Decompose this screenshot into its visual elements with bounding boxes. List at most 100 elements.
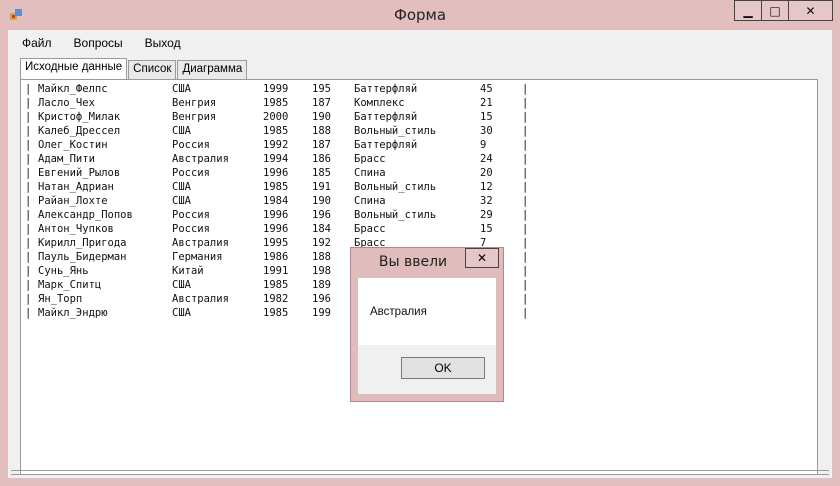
record-style: Брасс: [354, 153, 386, 165]
record-height: 187: [312, 97, 331, 109]
record-country: Россия: [172, 167, 210, 179]
close-button[interactable]: ✕: [788, 0, 833, 21]
record-height: 187: [312, 139, 331, 151]
dialog-message: Австралия: [370, 306, 427, 318]
row-separator: |: [25, 237, 32, 249]
menu-file[interactable]: Файл: [14, 36, 60, 50]
record-height: 196: [312, 293, 331, 305]
record-height: 192: [312, 237, 331, 249]
record-year: 1996: [263, 209, 289, 221]
maximize-button[interactable]: □: [761, 0, 789, 21]
menu-exit[interactable]: Выход: [137, 36, 189, 50]
record-name: Ласло_Чех: [38, 97, 95, 109]
record-points: 45: [480, 83, 493, 95]
record-style: Баттерфляй: [354, 139, 418, 151]
ok-button[interactable]: OK: [401, 357, 485, 379]
record-year: 1985: [263, 181, 289, 193]
record-style: Вольный_стиль: [354, 125, 437, 137]
record-name: Сунь_Янь: [38, 265, 89, 277]
record-year: 1982: [263, 293, 289, 305]
minimize-button[interactable]: ▁: [734, 0, 762, 21]
record-name: Майкл_Эндрю: [38, 307, 108, 319]
row-separator: |: [25, 195, 32, 207]
record-country: Германия: [172, 251, 223, 263]
record-country: Австралия: [172, 237, 229, 249]
dialog-close-button[interactable]: ✕: [465, 248, 499, 268]
row-separator-end: |: [522, 293, 529, 305]
record-name: Натан_Адриан: [38, 181, 114, 193]
title-bar[interactable]: Форма ▁ □ ✕: [0, 0, 840, 30]
record-height: 199: [312, 307, 331, 319]
record-name: Кирилл_Пригода: [38, 237, 127, 249]
record-year: 1984: [263, 195, 289, 207]
record-name: Олег_Костин: [38, 139, 108, 151]
record-country: США: [172, 307, 191, 319]
record-country: Россия: [172, 139, 210, 151]
row-separator-end: |: [522, 237, 529, 249]
record-height: 189: [312, 279, 331, 291]
record-country: Венгрия: [172, 111, 217, 123]
record-year: 1985: [263, 97, 289, 109]
record-year: 1996: [263, 167, 289, 179]
record-style: Баттерфляй: [354, 83, 418, 95]
row-separator: |: [25, 279, 32, 291]
record-style: Спина: [354, 195, 386, 207]
record-name: Райан_Лохте: [38, 195, 108, 207]
record-points: 24: [480, 153, 493, 165]
record-points: 15: [480, 223, 493, 235]
record-name: Антон_Чупков: [38, 223, 114, 235]
record-year: 1994: [263, 153, 289, 165]
record-country: Австралия: [172, 293, 229, 305]
record-year: 1985: [263, 279, 289, 291]
window-title: Форма: [393, 6, 447, 24]
record-style: Комплекс: [354, 97, 405, 109]
record-year: 1985: [263, 125, 289, 137]
record-height: 196: [312, 209, 331, 221]
record-country: США: [172, 83, 191, 95]
record-height: 184: [312, 223, 331, 235]
status-divider: [11, 470, 829, 475]
record-country: Венгрия: [172, 97, 217, 109]
dialog-footer: OK: [358, 345, 496, 394]
record-year: 2000: [263, 111, 289, 123]
record-style: Вольный_стиль: [354, 209, 437, 221]
row-separator: |: [25, 83, 32, 95]
record-country: США: [172, 279, 191, 291]
record-height: 186: [312, 153, 331, 165]
row-separator-end: |: [522, 251, 529, 263]
record-year: 1999: [263, 83, 289, 95]
row-separator: |: [25, 111, 32, 123]
menu-questions[interactable]: Вопросы: [66, 36, 131, 50]
row-separator-end: |: [522, 195, 529, 207]
row-separator: |: [25, 139, 32, 151]
record-points: 30: [480, 125, 493, 137]
record-points: 20: [480, 167, 493, 179]
record-points: 32: [480, 195, 493, 207]
message-dialog: Вы ввели ✕ Австралия OK: [350, 247, 504, 402]
record-year: 1985: [263, 307, 289, 319]
row-separator-end: |: [522, 223, 529, 235]
record-style: Брасс: [354, 223, 386, 235]
record-country: США: [172, 181, 191, 193]
record-style: Баттерфляй: [354, 111, 418, 123]
record-points: 29: [480, 209, 493, 221]
menu-bar: Файл Вопросы Выход: [8, 30, 832, 56]
row-separator-end: |: [522, 167, 529, 179]
record-country: США: [172, 125, 191, 137]
tab-source-data[interactable]: Исходные данные: [20, 58, 128, 81]
record-height: 198: [312, 265, 331, 277]
record-year: 1991: [263, 265, 289, 277]
row-separator: |: [25, 97, 32, 109]
row-separator-end: |: [522, 139, 529, 151]
record-name: Марк_Спитц: [38, 279, 102, 291]
row-separator: |: [25, 265, 32, 277]
record-name: Адам_Пити: [38, 153, 95, 165]
row-separator-end: |: [522, 265, 529, 277]
dialog-body: Австралия: [358, 278, 496, 345]
row-separator-end: |: [522, 279, 529, 291]
row-separator-end: |: [522, 209, 529, 221]
tab-chart[interactable]: Диаграмма: [177, 60, 248, 80]
tab-list[interactable]: Список: [128, 60, 177, 80]
row-separator: |: [25, 223, 32, 235]
record-year: 1986: [263, 251, 289, 263]
